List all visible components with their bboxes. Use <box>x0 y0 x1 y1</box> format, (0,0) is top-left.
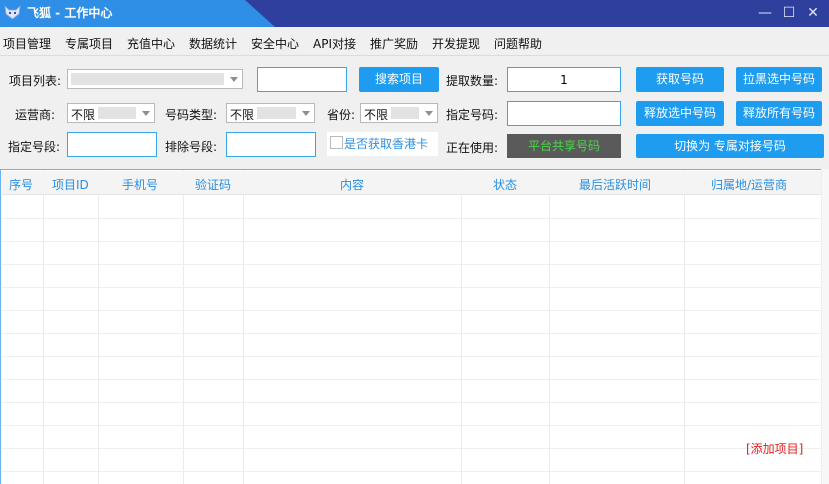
menu-security-center[interactable]: 安全中心 <box>251 35 299 52</box>
chevron-down-icon <box>298 104 314 122</box>
column-header-content[interactable]: 内容 <box>340 176 364 193</box>
column-header-index[interactable]: 序号 <box>9 176 33 193</box>
project-list-label: 项目列表: <box>9 74 62 88</box>
blacklist-selected-button[interactable]: 拉黑选中号码 <box>736 67 822 92</box>
table-header: 序号 项目ID 手机号 验证码 内容 状态 最后活跃时间 归属地/运营商 <box>2 171 822 195</box>
search-project-button[interactable]: 搜索项目 <box>359 67 439 92</box>
menu-recharge-center[interactable]: 充值中心 <box>127 35 175 52</box>
specify-prefix-input[interactable] <box>67 132 157 157</box>
specify-number-input[interactable] <box>507 101 621 126</box>
menu-statistics[interactable]: 数据统计 <box>189 35 237 52</box>
number-type-label: 号码类型: <box>165 108 218 122</box>
window-title: 飞狐 - 工作中心 <box>27 6 113 20</box>
in-use-label: 正在使用: <box>446 141 499 155</box>
carrier-value: 不限 <box>71 108 96 122</box>
chevron-down-icon <box>421 104 437 122</box>
row-divider <box>2 379 822 380</box>
switch-exclusive-number-button[interactable]: 切换为 专属对接号码 <box>636 134 824 158</box>
project-search-input[interactable] <box>257 67 347 92</box>
column-header-project-id[interactable]: 项目ID <box>52 176 89 193</box>
menu-project-management[interactable]: 项目管理 <box>3 35 51 52</box>
close-button[interactable]: ✕ <box>804 4 822 22</box>
column-header-phone[interactable]: 手机号 <box>122 176 158 193</box>
chevron-down-icon <box>226 70 242 88</box>
menu-bar: 项目管理 专属项目 充值中心 数据统计 安全中心 API对接 推广奖励 开发提现… <box>0 30 829 54</box>
release-selected-button[interactable]: 释放选中号码 <box>636 101 724 126</box>
number-type-value: 不限 <box>230 108 255 122</box>
exclude-prefix-label: 排除号段: <box>165 140 218 154</box>
menu-exclusive-project[interactable]: 专属项目 <box>65 35 113 52</box>
fetch-count-input[interactable] <box>507 67 621 92</box>
release-all-button[interactable]: 释放所有号码 <box>736 101 822 126</box>
numbers-table[interactable]: 序号 项目ID 手机号 验证码 内容 状态 最后活跃时间 归属地/运营商 <box>0 169 829 484</box>
fetch-count-label: 提取数量: <box>446 74 499 88</box>
project-list-value <box>71 73 224 85</box>
chevron-down-icon <box>138 104 154 122</box>
column-header-location-carrier[interactable]: 归属地/运营商 <box>711 176 787 193</box>
menu-help[interactable]: 问题帮助 <box>494 35 542 52</box>
province-fill <box>391 107 419 119</box>
hk-card-checkbox[interactable]: 是否获取香港卡 <box>327 132 438 156</box>
column-header-last-active[interactable]: 最后活跃时间 <box>579 176 651 193</box>
minimize-button[interactable]: — <box>756 4 774 22</box>
column-header-code[interactable]: 验证码 <box>195 176 231 193</box>
get-number-button[interactable]: 获取号码 <box>636 67 724 92</box>
add-project-link[interactable]: [添加项目] <box>746 440 803 457</box>
menu-referral-rewards[interactable]: 推广奖励 <box>370 35 418 52</box>
number-type-fill <box>257 107 296 119</box>
number-type-select[interactable]: 不限 <box>226 103 315 123</box>
specify-number-label: 指定号码: <box>446 108 499 122</box>
row-divider <box>2 448 822 449</box>
title-bar: 飞狐 - 工作中心 — ☐ ✕ <box>0 0 829 27</box>
row-divider <box>2 402 822 403</box>
checkbox-box[interactable] <box>330 136 343 149</box>
table-scrollbar[interactable] <box>821 169 829 484</box>
menu-separator <box>0 55 829 56</box>
platform-shared-number-button[interactable]: 平台共享号码 <box>507 134 621 158</box>
carrier-select[interactable]: 不限 <box>67 103 155 123</box>
row-divider <box>2 264 822 265</box>
maximize-button[interactable]: ☐ <box>780 4 798 22</box>
row-divider <box>2 356 822 357</box>
hk-card-checkbox-label: 是否获取香港卡 <box>344 137 429 151</box>
province-value: 不限 <box>364 108 389 122</box>
row-divider <box>2 425 822 426</box>
row-divider <box>2 287 822 288</box>
row-divider <box>2 310 822 311</box>
row-divider <box>2 471 822 472</box>
specify-prefix-label: 指定号段: <box>8 140 61 154</box>
title-bar-accent <box>245 0 829 27</box>
fox-logo-icon <box>4 5 21 20</box>
carrier-fill <box>98 107 136 119</box>
menu-api-integration[interactable]: API对接 <box>313 35 356 52</box>
province-label: 省份: <box>327 108 356 122</box>
project-list-select[interactable] <box>67 69 243 89</box>
column-header-status[interactable]: 状态 <box>493 176 517 193</box>
province-select[interactable]: 不限 <box>360 103 438 123</box>
row-divider <box>2 241 822 242</box>
menu-developer-withdraw[interactable]: 开发提现 <box>432 35 480 52</box>
row-divider <box>2 218 822 219</box>
carrier-label: 运营商: <box>15 108 56 122</box>
exclude-prefix-input[interactable] <box>226 132 316 157</box>
row-divider <box>2 333 822 334</box>
